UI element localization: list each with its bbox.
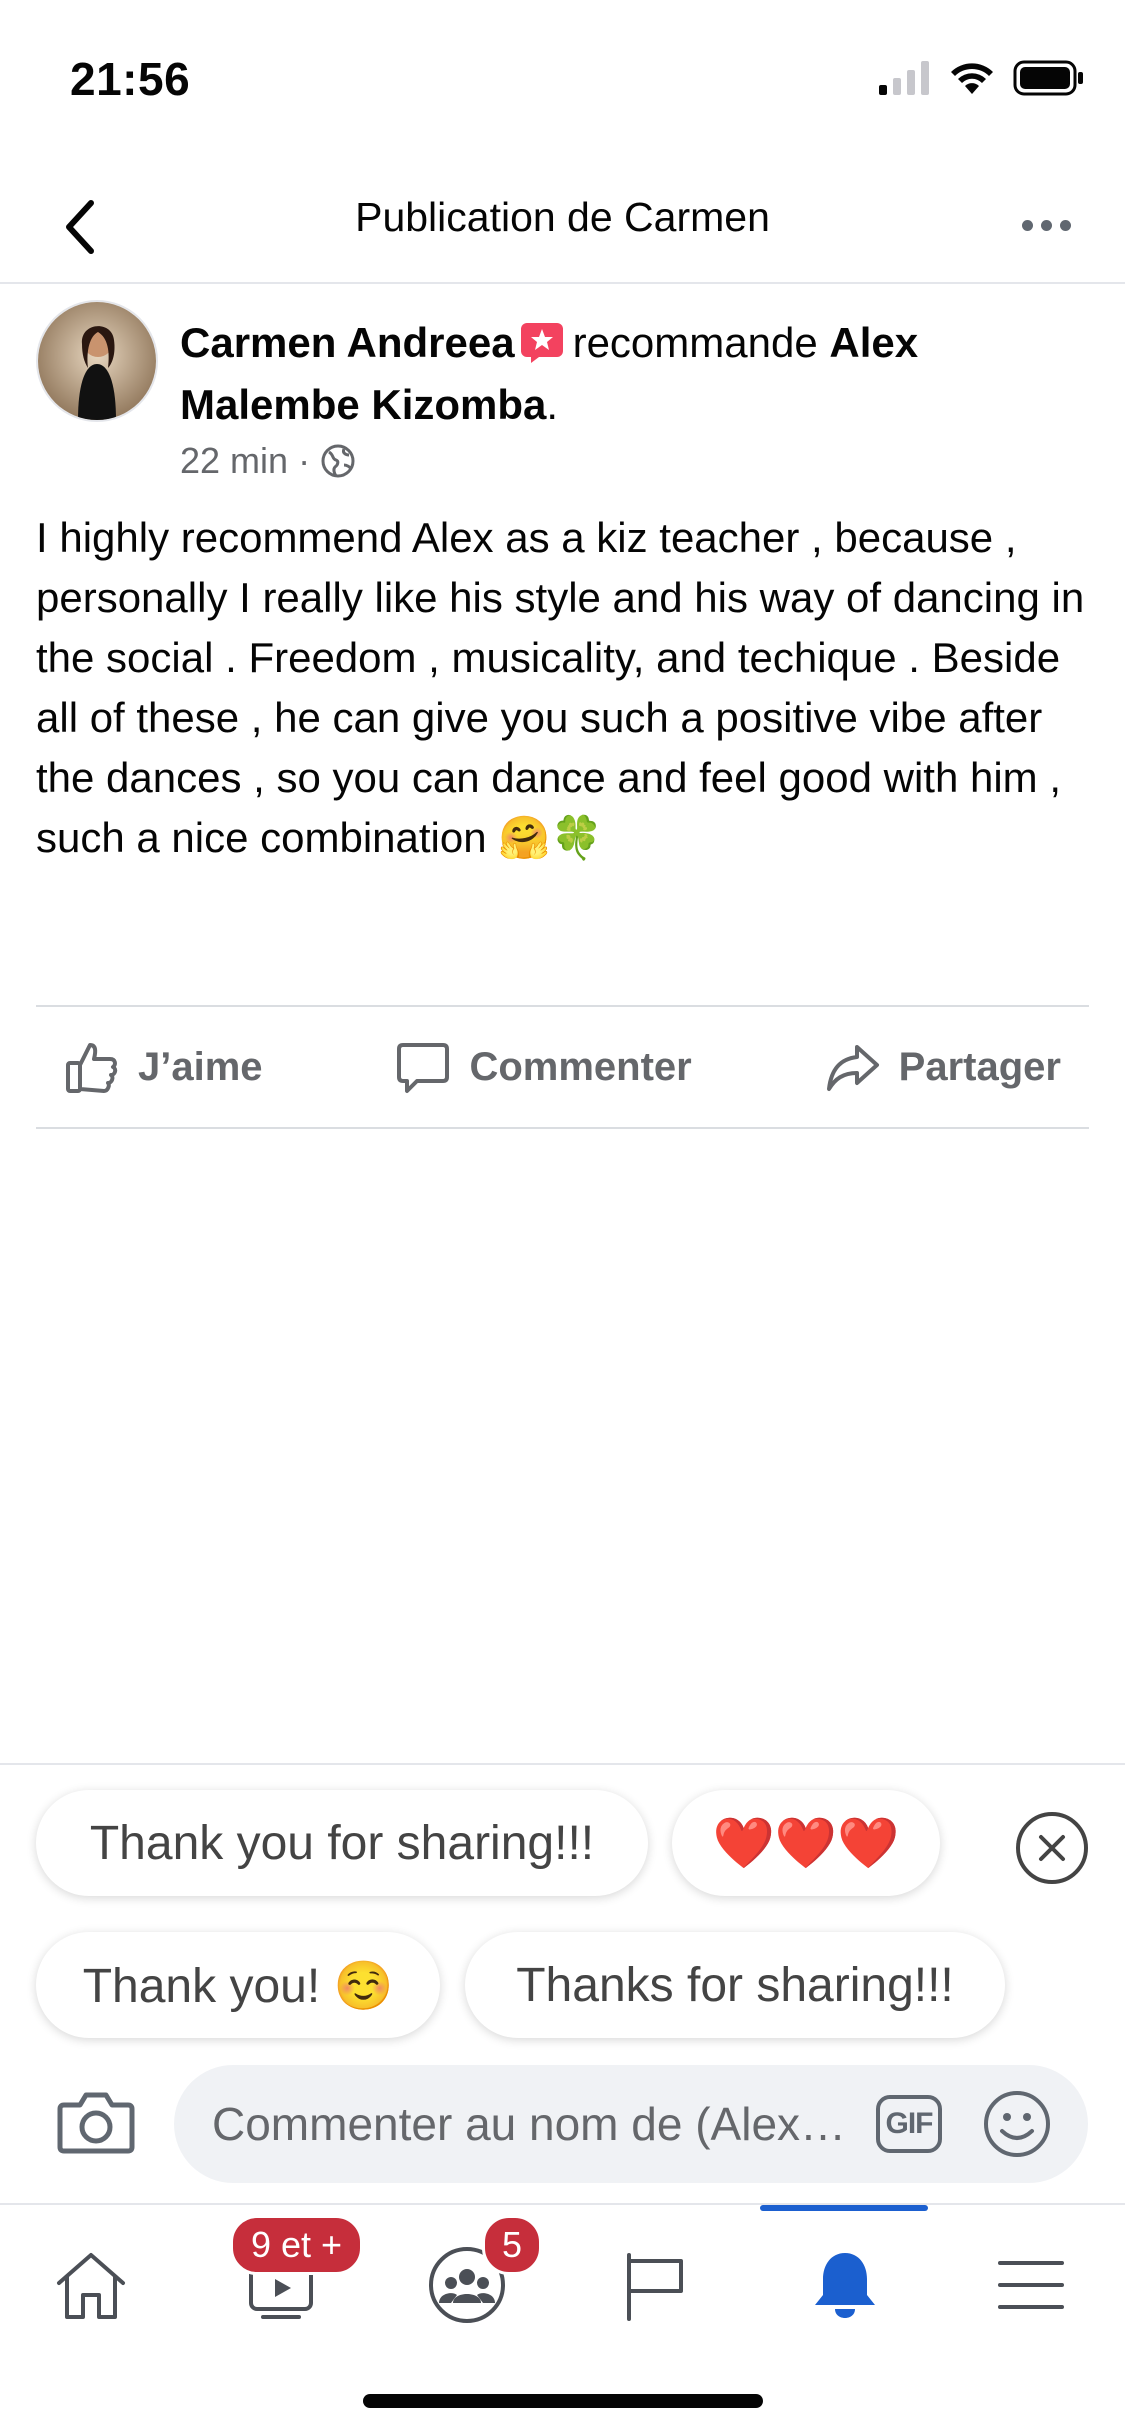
meta-separator: · bbox=[298, 440, 311, 481]
gif-button[interactable]: GIF bbox=[876, 2095, 942, 2153]
thumbs-up-icon bbox=[66, 1043, 118, 1093]
comment-label: Commenter bbox=[469, 1044, 692, 1089]
author-name[interactable]: Carmen Andreea bbox=[180, 319, 515, 366]
status-icons bbox=[879, 60, 1085, 96]
tab-home[interactable] bbox=[36, 2235, 146, 2335]
more-dot-icon bbox=[1059, 219, 1071, 231]
tab-menu[interactable] bbox=[976, 2235, 1086, 2335]
emoji-smile-icon[interactable] bbox=[982, 2089, 1052, 2159]
recommend-verb: recommande bbox=[572, 319, 818, 366]
like-label: J’aime bbox=[138, 1044, 263, 1089]
post-body: I highly recommend Alex as a kiz teacher… bbox=[36, 508, 1096, 868]
more-dot-icon bbox=[1021, 219, 1033, 231]
post-emojis: 🤗🍀 bbox=[498, 814, 603, 861]
signal-icon bbox=[879, 61, 929, 95]
comment-placeholder: Commenter au nom de (Alex… bbox=[212, 2098, 847, 2150]
quick-reply-chip[interactable]: Thank you! ☺️ bbox=[36, 1932, 440, 2038]
close-quick-replies-button[interactable] bbox=[1016, 1812, 1088, 1884]
tab-pages[interactable] bbox=[600, 2235, 710, 2335]
share-label: Partager bbox=[898, 1044, 1061, 1089]
quick-reply-chip[interactable]: Thanks for sharing!!! bbox=[465, 1932, 1005, 2038]
avatar-image bbox=[38, 302, 156, 420]
flag-icon bbox=[627, 2253, 683, 2321]
battery-icon bbox=[1013, 60, 1083, 96]
more-dot-icon bbox=[1040, 219, 1052, 231]
post-header: Carmen Andreea recommande Alex Malembe K… bbox=[180, 312, 1060, 436]
quick-reply-chip[interactable]: Thank you for sharing!!! bbox=[36, 1790, 648, 1896]
avatar[interactable] bbox=[36, 300, 158, 422]
bell-icon bbox=[815, 2253, 875, 2318]
comment-bubble-icon bbox=[397, 1043, 450, 1093]
comment-button[interactable]: Commenter bbox=[367, 1039, 719, 1095]
status-time: 21:56 bbox=[70, 53, 191, 105]
hamburger-menu-icon bbox=[998, 2261, 1064, 2309]
more-options-button[interactable] bbox=[1011, 200, 1081, 250]
like-button[interactable]: J’aime bbox=[36, 1039, 291, 1095]
post-meta: 22 min · bbox=[180, 440, 356, 482]
home-icon bbox=[57, 2253, 125, 2319]
wifi-icon bbox=[951, 63, 993, 94]
post-text: I highly recommend Alex as a kiz teacher… bbox=[36, 514, 1085, 861]
groups-notification-badge: 5 bbox=[482, 2215, 542, 2275]
recommendation-star-icon bbox=[520, 323, 563, 363]
quick-reply-chip[interactable]: ❤️❤️❤️ bbox=[672, 1790, 940, 1896]
active-tab-indicator bbox=[760, 2205, 928, 2211]
watch-notification-badge: 9 et + bbox=[230, 2215, 364, 2275]
bottom-tab-bar: 9 et + 5 bbox=[0, 2203, 1125, 2365]
nav-bar: Publication de Carmen bbox=[0, 170, 1125, 284]
share-arrow-icon bbox=[826, 1045, 879, 1091]
globe-icon[interactable] bbox=[320, 443, 356, 479]
post-time[interactable]: 22 min bbox=[180, 440, 288, 482]
camera-icon[interactable] bbox=[56, 2087, 136, 2157]
post-actions: J’aime Commenter Partager bbox=[36, 1005, 1089, 1129]
page-title: Publication de Carmen bbox=[355, 194, 770, 240]
tab-notifications[interactable] bbox=[790, 2235, 900, 2335]
comment-input[interactable]: Commenter au nom de (Alex… GIF bbox=[174, 2065, 1088, 2183]
close-icon bbox=[1039, 1835, 1065, 1861]
home-indicator[interactable] bbox=[363, 2394, 763, 2408]
share-button[interactable]: Partager bbox=[797, 1039, 1089, 1095]
page-suffix: . bbox=[546, 381, 559, 428]
